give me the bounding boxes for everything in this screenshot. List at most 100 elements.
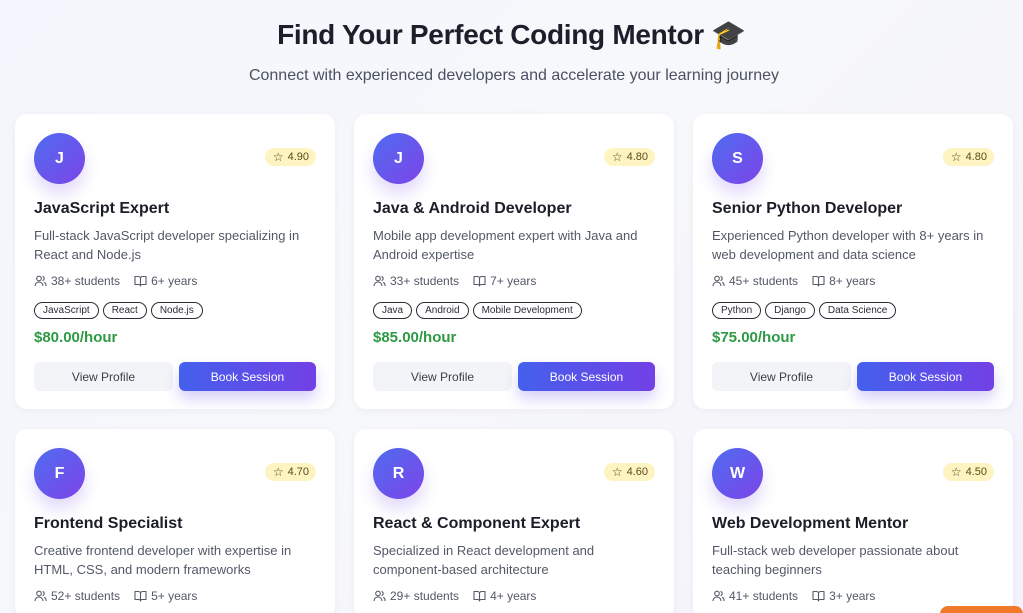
rating-badge: ☆ 4.80 — [942, 148, 994, 166]
skill-tag: Mobile Development — [472, 302, 582, 319]
mentor-card: S ☆ 4.80 Senior Python Developer Experie… — [693, 114, 1013, 409]
star-icon: ☆ — [611, 465, 623, 479]
book-session-button[interactable]: Book Session — [179, 362, 316, 391]
experience-stat: 7+ years — [473, 274, 536, 288]
mentor-description: Experienced Python developer with 8+ yea… — [712, 228, 984, 262]
page-subtitle: Connect with experienced developers and … — [248, 67, 780, 84]
hourly-price: $75.00/hour — [712, 329, 796, 346]
star-icon: ☆ — [950, 465, 962, 479]
rating-value: 4.70 — [287, 466, 309, 478]
book-icon — [134, 275, 147, 287]
skill-tag: Python — [712, 302, 762, 319]
star-icon: ☆ — [950, 150, 962, 164]
book-icon — [812, 275, 825, 287]
book-session-button[interactable]: Book Session — [518, 362, 655, 391]
rating-badge: ☆ 4.80 — [603, 148, 655, 166]
experience-stat: 4+ years — [473, 589, 536, 603]
skill-tag: Data Science — [818, 302, 897, 319]
rating-badge: ☆ 4.70 — [264, 463, 316, 481]
mentor-card: J ☆ 4.80 Java & Android Developer Mobile… — [354, 114, 674, 409]
avatar: J — [373, 133, 424, 184]
experience-years: 8+ years — [829, 274, 876, 288]
mentor-name: Frontend Specialist — [34, 515, 183, 532]
users-icon — [712, 590, 725, 602]
students-count: 33+ students — [390, 274, 460, 288]
experience-stat: 8+ years — [812, 274, 875, 288]
rating-value: 4.90 — [287, 151, 309, 163]
experience-years: 5+ years — [151, 589, 198, 603]
avatar: S — [712, 133, 763, 184]
students-stat: 29+ students — [373, 589, 459, 603]
skill-tag: JavaScript — [34, 302, 99, 319]
mentor-stats: 29+ students 4+ years — [373, 589, 536, 603]
students-count: 45+ students — [729, 274, 799, 288]
mentor-description: Creative frontend developer with experti… — [34, 543, 292, 577]
students-stat: 41+ students — [712, 589, 798, 603]
skill-tags: Java Android Mobile Development — [373, 302, 582, 319]
floating-action-button[interactable] — [940, 606, 1023, 613]
rating-badge: ☆ 4.90 — [264, 148, 316, 166]
hourly-price: $80.00/hour — [34, 329, 118, 346]
experience-years: 7+ years — [490, 274, 537, 288]
skill-tag: Django — [765, 302, 815, 319]
mentor-card: R ☆ 4.60 React & Component Expert Specia… — [354, 429, 674, 613]
book-icon — [473, 275, 486, 287]
view-profile-button[interactable]: View Profile — [373, 362, 512, 391]
mentor-name: Senior Python Developer — [712, 200, 903, 217]
students-count: 29+ students — [390, 589, 460, 603]
book-icon — [812, 590, 825, 602]
experience-stat: 5+ years — [134, 589, 197, 603]
mentor-card: J ☆ 4.90 JavaScript Expert Full-stack Ja… — [15, 114, 335, 409]
experience-stat: 6+ years — [134, 274, 197, 288]
book-icon — [473, 590, 486, 602]
page-title: Find Your Perfect Coding Mentor 🎓 — [277, 19, 746, 50]
avatar: F — [34, 448, 85, 499]
users-icon — [373, 275, 386, 287]
rating-value: 4.60 — [626, 466, 648, 478]
mentor-stats: 41+ students 3+ years — [712, 589, 875, 603]
mentor-description: Full-stack JavaScript developer speciali… — [34, 228, 300, 262]
mentor-name: Java & Android Developer — [373, 200, 572, 217]
avatar: J — [34, 133, 85, 184]
skill-tags: JavaScript React Node.js — [34, 302, 203, 319]
mentor-card: W ☆ 4.50 Web Development Mentor Full-sta… — [693, 429, 1013, 613]
skill-tag: Java — [373, 302, 413, 319]
students-stat: 52+ students — [34, 589, 120, 603]
rating-value: 4.50 — [965, 466, 987, 478]
skill-tag: React — [102, 302, 147, 319]
students-stat: 38+ students — [34, 274, 120, 288]
avatar: W — [712, 448, 763, 499]
mentor-description: Full-stack web developer passionate abou… — [712, 543, 959, 577]
mentor-description: Specialized in React development and com… — [373, 543, 595, 577]
hourly-price: $85.00/hour — [373, 329, 457, 346]
mentor-stats: 38+ students 6+ years — [34, 274, 197, 288]
mentor-stats: 52+ students 5+ years — [34, 589, 197, 603]
skill-tags: Python Django Data Science — [712, 302, 897, 319]
star-icon: ☆ — [272, 150, 284, 164]
mentor-stats: 33+ students 7+ years — [373, 274, 536, 288]
experience-years: 6+ years — [151, 274, 198, 288]
users-icon — [34, 590, 47, 602]
star-icon: ☆ — [611, 150, 623, 164]
rating-badge: ☆ 4.50 — [942, 463, 994, 481]
experience-years: 4+ years — [490, 589, 537, 603]
students-stat: 45+ students — [712, 274, 798, 288]
mentor-name: JavaScript Expert — [34, 200, 170, 217]
rating-value: 4.80 — [965, 151, 987, 163]
star-icon: ☆ — [272, 465, 284, 479]
users-icon — [712, 275, 725, 287]
mentor-name: Web Development Mentor — [712, 515, 909, 532]
experience-stat: 3+ years — [812, 589, 875, 603]
view-profile-button[interactable]: View Profile — [712, 362, 851, 391]
students-count: 41+ students — [729, 589, 799, 603]
book-session-button[interactable]: Book Session — [857, 362, 994, 391]
skill-tag: Node.js — [150, 302, 203, 319]
mentor-card: F ☆ 4.70 Frontend Specialist Creative fr… — [15, 429, 335, 613]
skill-tag: Android — [416, 302, 469, 319]
students-count: 38+ students — [51, 274, 121, 288]
view-profile-button[interactable]: View Profile — [34, 362, 173, 391]
avatar: R — [373, 448, 424, 499]
users-icon — [373, 590, 386, 602]
users-icon — [34, 275, 47, 287]
mentor-description: Mobile app development expert with Java … — [373, 228, 638, 262]
